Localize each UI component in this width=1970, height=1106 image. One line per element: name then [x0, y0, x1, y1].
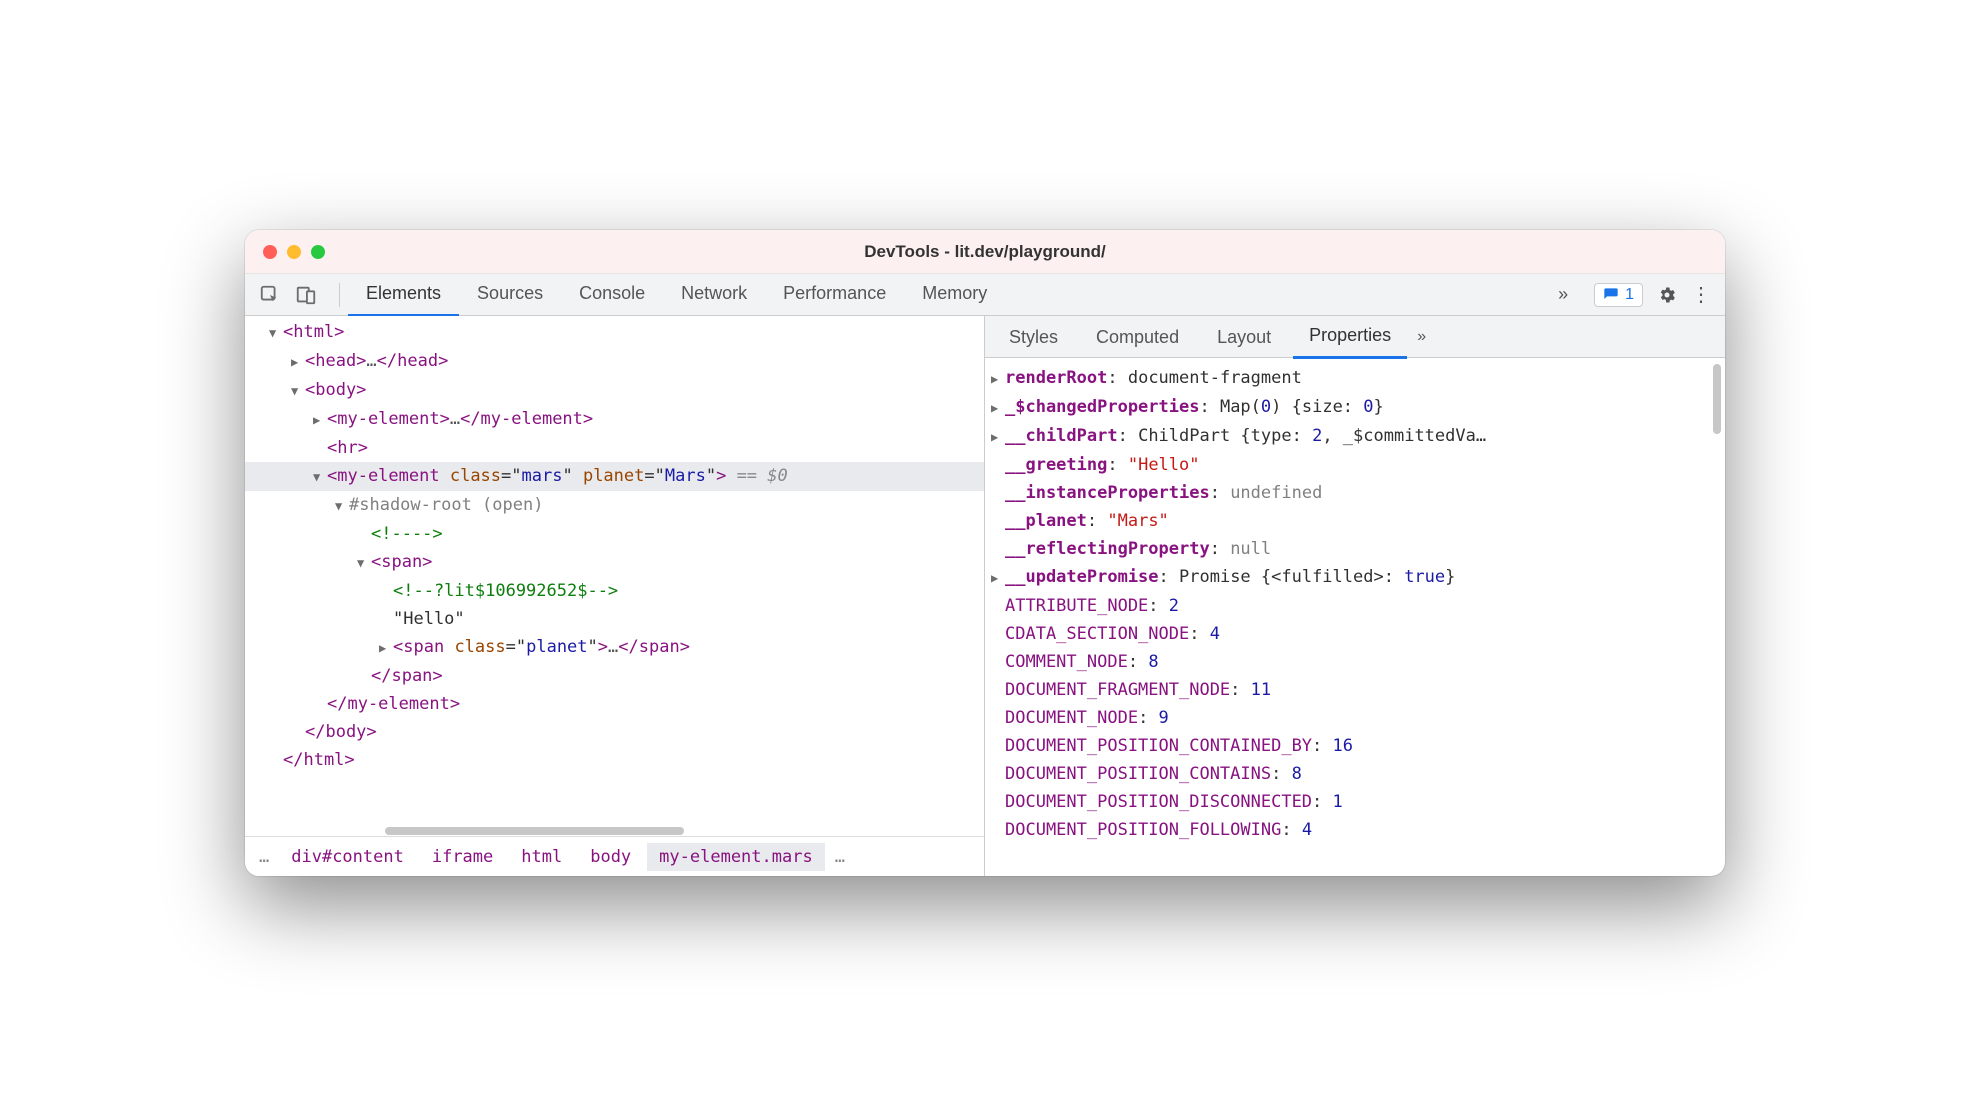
dom-tree[interactable]: <html><head>…</head><body><my-element>…<… — [245, 316, 984, 826]
property-row[interactable]: __instanceProperties: undefined — [991, 479, 1721, 507]
dom-node[interactable]: <body> — [245, 376, 984, 405]
issues-count: 1 — [1625, 286, 1634, 304]
tab-elements[interactable]: Elements — [348, 272, 459, 317]
tab-performance[interactable]: Performance — [765, 272, 904, 317]
dom-node[interactable]: <span> — [245, 548, 984, 577]
dom-node[interactable]: <my-element>…</my-element> — [245, 405, 984, 434]
property-row[interactable]: DOCUMENT_POSITION_CONTAINED_BY: 16 — [991, 732, 1721, 760]
properties-panel: StylesComputedLayoutProperties » renderRo… — [985, 316, 1725, 876]
breadcrumb-item[interactable]: body — [578, 843, 643, 871]
property-row[interactable]: renderRoot: document-fragment — [991, 364, 1721, 393]
dom-node[interactable]: </span> — [245, 662, 984, 690]
property-row[interactable]: DOCUMENT_NODE: 9 — [991, 704, 1721, 732]
property-row[interactable]: __planet: "Mars" — [991, 507, 1721, 535]
settings-gear-icon[interactable] — [1657, 285, 1677, 305]
property-row[interactable]: __reflectingProperty: null — [991, 535, 1721, 563]
elements-panel: <html><head>…</head><body><my-element>…<… — [245, 316, 985, 876]
dom-node[interactable]: <head>…</head> — [245, 347, 984, 376]
property-row[interactable]: DOCUMENT_POSITION_CONTAINS: 8 — [991, 760, 1721, 788]
tab-sources[interactable]: Sources — [459, 272, 561, 317]
dom-node[interactable]: <!--?lit$106992652$--> — [245, 577, 984, 605]
property-row[interactable]: _$changedProperties: Map(0) {size: 0} — [991, 393, 1721, 422]
sidebar-tab-computed[interactable]: Computed — [1080, 316, 1195, 358]
titlebar: DevTools - lit.dev/playground/ — [245, 230, 1725, 274]
property-row[interactable]: DOCUMENT_POSITION_FOLLOWING: 4 — [991, 816, 1721, 844]
more-menu-icon[interactable]: ⋮ — [1691, 282, 1711, 307]
issues-badge[interactable]: 1 — [1594, 283, 1643, 307]
tabs-overflow-icon[interactable]: » — [1546, 284, 1580, 305]
dom-node[interactable]: <hr> — [245, 434, 984, 462]
sidebar-tab-styles[interactable]: Styles — [993, 316, 1074, 358]
main-tabs: ElementsSourcesConsoleNetworkPerformance… — [348, 272, 1546, 317]
property-row[interactable]: ATTRIBUTE_NODE: 2 — [991, 592, 1721, 620]
breadcrumb-overflow[interactable]: … — [829, 847, 851, 867]
dom-node[interactable]: <html> — [245, 318, 984, 347]
horizontal-scrollbar[interactable] — [245, 826, 984, 836]
tab-network[interactable]: Network — [663, 272, 765, 317]
tab-console[interactable]: Console — [561, 272, 663, 317]
property-row[interactable]: CDATA_SECTION_NODE: 4 — [991, 620, 1721, 648]
breadcrumb-overflow[interactable]: … — [253, 847, 275, 867]
sidebar-tabs: StylesComputedLayoutProperties » — [985, 316, 1725, 358]
property-row[interactable]: DOCUMENT_POSITION_DISCONNECTED: 1 — [991, 788, 1721, 816]
tab-memory[interactable]: Memory — [904, 272, 1005, 317]
device-toggle-icon[interactable] — [295, 284, 317, 306]
window-title: DevTools - lit.dev/playground/ — [245, 242, 1725, 262]
dom-node[interactable]: "Hello" — [245, 605, 984, 633]
properties-list[interactable]: renderRoot: document-fragment_$changedPr… — [985, 358, 1725, 876]
dom-node[interactable]: </my-element> — [245, 690, 984, 718]
dom-node[interactable]: <span class="planet">…</span> — [245, 633, 984, 662]
breadcrumbs: …div#contentiframehtmlbodymy-element.mar… — [245, 836, 984, 876]
sidebar-tabs-overflow-icon[interactable]: » — [1417, 328, 1426, 346]
property-row[interactable]: DOCUMENT_FRAGMENT_NODE: 11 — [991, 676, 1721, 704]
dom-node[interactable]: #shadow-root (open) — [245, 491, 984, 520]
property-row[interactable]: __greeting: "Hello" — [991, 451, 1721, 479]
property-row[interactable]: __updatePromise: Promise {<fulfilled>: t… — [991, 563, 1721, 592]
issues-icon — [1603, 287, 1619, 303]
property-row[interactable]: COMMENT_NODE: 8 — [991, 648, 1721, 676]
main-toolbar: ElementsSourcesConsoleNetworkPerformance… — [245, 274, 1725, 316]
sidebar-tab-properties[interactable]: Properties — [1293, 314, 1407, 359]
dom-node[interactable]: </html> — [245, 746, 984, 774]
dom-node[interactable]: <!----> — [245, 520, 984, 548]
breadcrumb-item[interactable]: html — [509, 843, 574, 871]
devtools-window: DevTools - lit.dev/playground/ ElementsS… — [245, 230, 1725, 876]
breadcrumb-item[interactable]: my-element.mars — [647, 843, 825, 871]
inspect-element-icon[interactable] — [259, 284, 281, 306]
property-row[interactable]: __childPart: ChildPart {type: 2, _$commi… — [991, 422, 1721, 451]
breadcrumb-item[interactable]: div#content — [279, 843, 416, 871]
toolbar-divider — [339, 283, 340, 307]
dom-node[interactable]: </body> — [245, 718, 984, 746]
breadcrumb-item[interactable]: iframe — [420, 843, 505, 871]
sidebar-tab-layout[interactable]: Layout — [1201, 316, 1287, 358]
dom-node[interactable]: <my-element class="mars" planet="Mars"> … — [245, 462, 984, 491]
vertical-scrollbar[interactable] — [1713, 364, 1721, 434]
